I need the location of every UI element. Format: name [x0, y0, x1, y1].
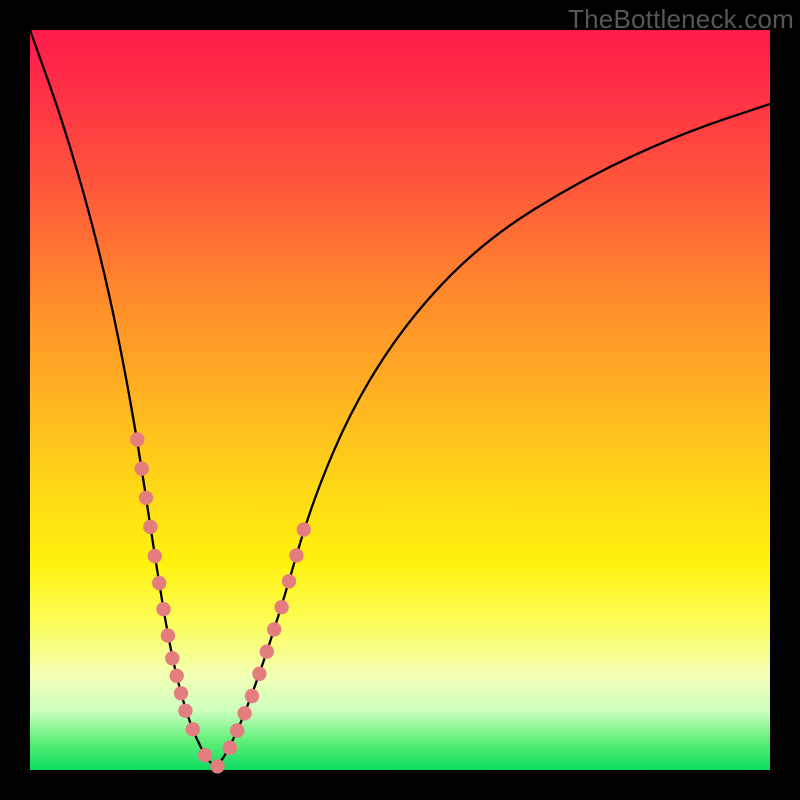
curve-marker: [135, 461, 149, 475]
curve-marker: [156, 602, 170, 616]
curve-marker: [143, 520, 157, 534]
curve-marker: [165, 651, 179, 665]
curve-marker: [186, 722, 200, 736]
curve-marker: [210, 759, 224, 773]
curve-marker: [223, 741, 237, 755]
chart-frame: TheBottleneck.com: [0, 0, 800, 800]
curve-marker: [289, 548, 303, 562]
curve-marker: [198, 748, 212, 762]
curve-marker: [267, 622, 281, 636]
curve-marker: [260, 644, 274, 658]
curve-marker: [174, 686, 188, 700]
curve-layer: [30, 30, 770, 770]
curve-marker: [230, 723, 244, 737]
curve-marker: [282, 574, 296, 588]
curve-marker: [274, 600, 288, 614]
curve-marker: [130, 432, 144, 446]
curve-marker: [148, 549, 162, 563]
curve-marker: [161, 628, 175, 642]
curve-marker: [245, 689, 259, 703]
curve-markers: [130, 432, 311, 773]
curve-marker: [237, 706, 251, 720]
curve-marker: [170, 669, 184, 683]
curve-marker: [297, 522, 311, 536]
curve-marker: [252, 667, 266, 681]
curve-marker: [178, 704, 192, 718]
plot-area: [30, 30, 770, 770]
bottleneck-curve: [30, 30, 770, 764]
curve-marker: [152, 576, 166, 590]
curve-marker: [139, 491, 153, 505]
